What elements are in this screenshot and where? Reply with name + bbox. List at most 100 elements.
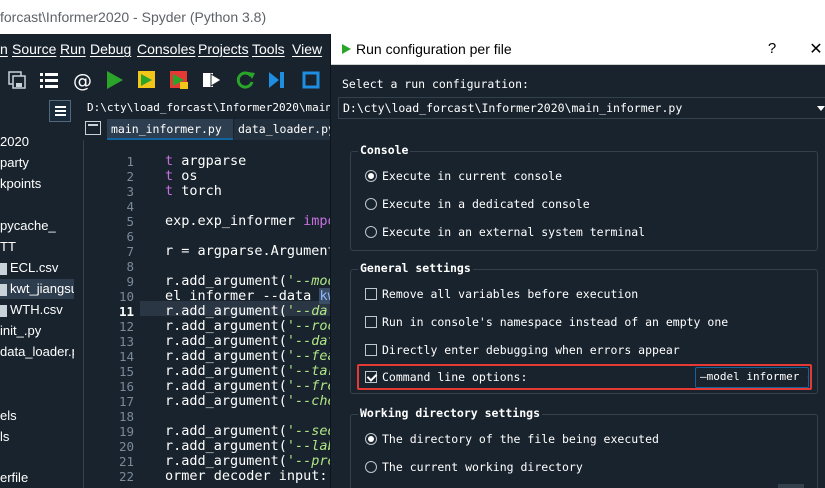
code-token: '--dat (286, 333, 336, 349)
svg-text:@: @ (73, 70, 92, 91)
code-line: r.add_argument('--roo (165, 319, 336, 334)
tree-item[interactable]: TT (0, 237, 74, 257)
menu-item-tools[interactable]: Tools (252, 41, 285, 57)
code-token: r = argparse.Argument (165, 243, 336, 259)
debug-step-icon[interactable] (300, 69, 322, 91)
radio-button[interactable] (365, 198, 377, 210)
tree-item-selected[interactable]: kwt_jiangsu (0, 279, 74, 299)
run-cell-icon[interactable] (136, 69, 158, 91)
line-number: 22 (118, 469, 134, 484)
line-number: 10 (118, 289, 134, 304)
tree-item[interactable]: init_.py (0, 321, 74, 341)
checkbox-label: Command line options: (382, 370, 528, 384)
menu-item-consoles[interactable]: Consoles (137, 41, 195, 57)
code-editor[interactable]: 1 2 3 4 5 6 7 8 9 10 11 12 13 14 15 16 17 18 19 20 21 22 t ar… (83, 140, 336, 488)
tree-item[interactable]: els (0, 406, 74, 426)
checkbox[interactable] (365, 344, 377, 356)
checkbox[interactable] (365, 288, 377, 300)
tree-item[interactable]: WTH.csv (0, 300, 74, 320)
run-cell-advance-icon[interactable] (168, 69, 190, 91)
menu-item-projects[interactable]: Projects (198, 41, 249, 57)
help-button[interactable]: ? (765, 40, 779, 57)
menu-item-debug[interactable]: Debug (90, 41, 131, 57)
menu-item-source[interactable]: Source (12, 41, 56, 57)
run-selection-icon[interactable] (201, 69, 223, 91)
run-icon[interactable] (103, 69, 125, 91)
code-token: r.add_argument( (165, 348, 287, 364)
file-explorer: 2020 party kpoints pycache_ TT ECL.csv k… (0, 98, 74, 488)
tree-item[interactable]: party (0, 153, 74, 173)
line-number: 13 (118, 334, 134, 349)
line-number: 11 (118, 304, 134, 319)
tree-item[interactable]: pycache_ (0, 216, 74, 236)
tree-item-label: party (0, 155, 29, 170)
menu-item-run-partial[interactable]: n (0, 41, 8, 57)
console-group: Console Execute in current console Execu… (350, 143, 818, 251)
menubar: n Source Run Debug Consoles Projects Too… (0, 34, 330, 62)
tree-item-label: ls (0, 429, 10, 444)
radio-button[interactable] (365, 170, 377, 182)
code-token: r.add_argument( (165, 318, 287, 334)
tree-item[interactable]: erfile (0, 468, 74, 488)
command-line-options-input[interactable]: —model informer --data kwt_jiangsu (695, 367, 809, 388)
code-line: exp.exp_informer impo (165, 214, 336, 229)
tree-item[interactable]: data_loader.py (0, 342, 74, 362)
rerun-icon[interactable] (234, 69, 256, 91)
window-title: forcast\Informer2020 - Spyder (Python 3.… (0, 9, 267, 25)
code-line: r.add_argument('--pre (165, 454, 336, 469)
radio-button[interactable] (365, 226, 377, 238)
tree-item[interactable]: ECL.csv (0, 258, 74, 278)
menu-item-view[interactable]: View (292, 41, 322, 57)
dialog-titlebar: Run configuration per file ? ✕ (331, 34, 825, 65)
select-config-label: Select a run configuration: (342, 77, 529, 91)
code-token: '--tar (286, 363, 336, 379)
code-token: '--che (286, 393, 336, 409)
radio-button[interactable] (365, 433, 377, 445)
code-token: '--roo (286, 318, 336, 334)
run-config-dialog: Run configuration per file ? ✕ Select a … (330, 34, 825, 488)
menu-item-run[interactable]: Run (60, 41, 86, 57)
outline-icon[interactable] (38, 69, 60, 91)
tabs-menu-icon[interactable] (85, 121, 101, 135)
checkbox-label: Remove all variables before execution (382, 287, 639, 301)
chevron-down-icon (817, 106, 825, 111)
tree-item-label: WTH.csv (10, 302, 63, 317)
run-config-select[interactable]: D:\cty\load_forcast\Informer2020\main_in… (338, 97, 825, 119)
scrollbar[interactable] (778, 484, 804, 488)
code-token: '--pre (286, 453, 336, 469)
working-directory-group: Working directory settings The directory… (350, 406, 818, 488)
run-config-select-value: D:\cty\load_forcast\Informer2020\main_in… (343, 101, 683, 115)
line-number: 6 (126, 229, 134, 244)
radio-label: The directory of the file being executed (382, 432, 659, 446)
tree-item-label: kpoints (0, 176, 42, 191)
radio-label: Execute in current console (382, 169, 563, 183)
code-token: '--lab (286, 438, 336, 454)
line-number: 8 (126, 259, 134, 274)
code-token: '--fre (286, 378, 336, 394)
save-all-icon[interactable] (6, 69, 28, 91)
checkbox[interactable] (365, 316, 377, 328)
code-token: ormer decoder input: (165, 468, 328, 484)
hamburger-menu-icon[interactable] (49, 100, 71, 122)
line-number-gutter: 1 2 3 4 5 6 7 8 9 10 11 12 13 14 15 16 17 18 19 20 21 22 (84, 140, 139, 488)
radio-button[interactable] (365, 461, 377, 473)
line-number: 2 (126, 169, 134, 184)
line-number: 21 (118, 454, 134, 469)
radio-label: Execute in a dedicated console (382, 197, 590, 211)
tree-item[interactable]: ls (0, 427, 74, 447)
at-icon[interactable]: @ (72, 69, 94, 91)
tab-data-loader[interactable]: data_loader.py (234, 119, 330, 140)
window-titlebar: forcast\Informer2020 - Spyder (Python 3.… (0, 0, 825, 34)
code-token: r.add_argument( (165, 423, 287, 439)
tree-item[interactable]: kpoints (0, 174, 74, 194)
checkbox[interactable] (365, 371, 377, 383)
debug-icon[interactable] (266, 69, 288, 91)
file-icon (0, 262, 7, 275)
tree-item[interactable]: 2020 (0, 132, 74, 152)
tab-main-informer[interactable]: main_informer.py (107, 119, 233, 140)
general-settings-group: General settings Remove all variables be… (350, 261, 818, 394)
checkbox-label: Directly enter debugging when errors app… (382, 343, 680, 357)
line-number: 4 (126, 199, 134, 214)
close-button[interactable]: ✕ (809, 39, 823, 59)
dialog-title: Run configuration per file (356, 41, 512, 57)
